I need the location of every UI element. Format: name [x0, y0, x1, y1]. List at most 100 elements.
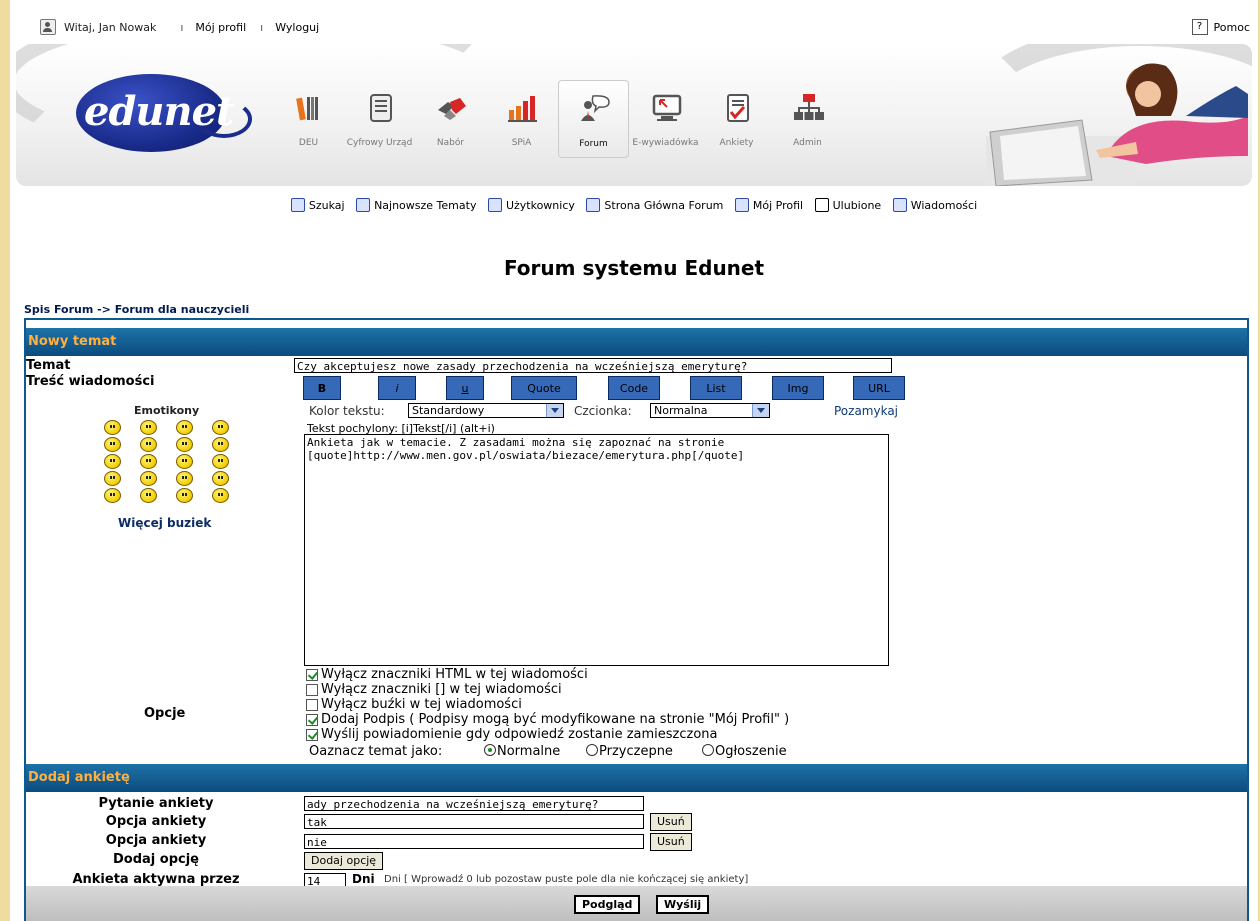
wink-emoticon-icon[interactable]: [104, 488, 121, 503]
subject-label: Temat: [26, 358, 71, 373]
razz-emoticon-icon[interactable]: [176, 454, 193, 469]
send-button[interactable]: Wyślij: [656, 895, 710, 914]
user-area: Witaj, Jan Nowak ı Mój profil ı Wyloguj: [40, 19, 319, 35]
img-button[interactable]: Img: [772, 376, 824, 400]
bar-chart-icon: [508, 96, 537, 122]
edunet-logo[interactable]: edunet: [76, 74, 252, 152]
text-color-select[interactable]: Standardowy: [408, 403, 564, 418]
nav-label: DEU: [298, 138, 319, 148]
nav-item-deu[interactable]: DEU: [274, 80, 343, 158]
poll-duration-label: Ankieta aktywna przez: [72, 872, 240, 887]
font-label: Czcionka:: [574, 404, 632, 418]
preview-button[interactable]: Podgląd: [574, 895, 641, 914]
remove-option-button[interactable]: Usuń: [650, 813, 692, 831]
subnav-my-profile[interactable]: Mój Profil: [734, 198, 804, 212]
subnav-label: Mój Profil: [752, 198, 804, 212]
url-button[interactable]: URL: [853, 376, 905, 400]
topic-type-sticky-radio[interactable]: [586, 744, 598, 756]
bold-button[interactable]: B: [303, 376, 341, 400]
disable-html-checkbox[interactable]: [306, 669, 318, 681]
greeting-text: Witaj, Jan Nowak: [64, 20, 157, 34]
subnav-label: Użytkownicy: [505, 198, 575, 212]
topic-type-announcement-radio[interactable]: [702, 744, 714, 756]
post-form: Nowy temat Temat Czy akceptujesz nowe za…: [24, 318, 1249, 921]
help-link[interactable]: ? Pomoc: [1191, 19, 1250, 35]
disable-smilies-checkbox[interactable]: [306, 699, 318, 711]
sad-emoticon-icon[interactable]: [212, 420, 229, 435]
crying-emoticon-icon[interactable]: [104, 471, 121, 486]
poll-option-input[interactable]: nie: [304, 834, 644, 849]
nav-label: Ankiety: [719, 138, 754, 148]
code-button[interactable]: Code: [608, 376, 660, 400]
main-nav: DEU Cyfrowy Urząd Nabór SPiA Forum E-wyw…: [274, 80, 844, 158]
option-label: Dodaj Podpis ( Podpisy mogą być modyfiko…: [321, 712, 790, 727]
rolling-eyes-emoticon-icon[interactable]: [212, 471, 229, 486]
disable-bbcode-checkbox[interactable]: [306, 684, 318, 696]
nav-item-forum[interactable]: Forum: [558, 80, 629, 158]
logout-link[interactable]: Wyloguj: [275, 21, 319, 34]
nav-item-e-wywiadowka[interactable]: E-wywiadówka: [631, 80, 700, 158]
twisted-emoticon-icon[interactable]: [176, 471, 193, 486]
subnav-forum-home[interactable]: Strona Główna Forum: [586, 198, 723, 212]
radio-label: Przyczepne: [599, 744, 673, 759]
document-icon: [370, 94, 392, 122]
shocked-emoticon-icon[interactable]: [140, 437, 157, 452]
cool-emoticon-icon[interactable]: [212, 437, 229, 452]
subnav-label: Wiadomości: [910, 198, 978, 212]
subnav-messages[interactable]: Wiadomości: [892, 198, 978, 212]
emoticons-grid: [104, 420, 231, 503]
embarrassed-emoticon-icon[interactable]: [212, 454, 229, 469]
profile-icon: [734, 198, 749, 212]
nav-label: Nabór: [436, 138, 465, 148]
form-actions-bar: Podgląd Wyślij: [26, 886, 1247, 921]
subnav-newest-topics[interactable]: Najnowsze Tematy: [356, 198, 476, 212]
poll-question-input[interactable]: ady przechodzenia na wcześniejszą emeryt…: [304, 796, 644, 811]
confused-emoticon-icon[interactable]: [176, 437, 193, 452]
nav-item-ankiety[interactable]: Ankiety: [702, 80, 771, 158]
nav-item-admin[interactable]: Admin: [773, 80, 842, 158]
help-label: Pomoc: [1213, 20, 1250, 34]
nav-item-nabor[interactable]: Nabór: [416, 80, 485, 158]
evil-emoticon-icon[interactable]: [140, 471, 157, 486]
italic-button[interactable]: i: [378, 376, 416, 400]
subnav-label: Ulubione: [832, 198, 882, 212]
chevron-down-icon: [546, 404, 563, 417]
subject-input[interactable]: Czy akceptujesz nowe zasady przechodzeni…: [294, 358, 892, 373]
nav-item-cyfrowy-urzad[interactable]: Cyfrowy Urząd: [345, 80, 414, 158]
notify-reply-checkbox[interactable]: [306, 729, 318, 741]
poll-option-input[interactable]: tak: [304, 814, 644, 829]
remove-option-button[interactable]: Usuń: [650, 833, 692, 851]
my-profile-link[interactable]: Mój profil: [195, 21, 246, 34]
mad-emoticon-icon[interactable]: [140, 454, 157, 469]
font-select[interactable]: Normalna: [650, 403, 770, 418]
topic-type-normal-radio[interactable]: [484, 744, 496, 756]
subnav-search[interactable]: Szukaj: [290, 198, 345, 212]
nav-item-spia[interactable]: SPiA: [487, 80, 556, 158]
surprised-emoticon-icon[interactable]: [104, 437, 121, 452]
attach-signature-checkbox[interactable]: [306, 714, 318, 726]
network-icon: [794, 94, 824, 120]
list-button[interactable]: List: [690, 376, 742, 400]
idea-emoticon-icon[interactable]: [212, 488, 229, 503]
option-label: Wyłącz znaczniki HTML w tej wiadomości: [321, 667, 588, 682]
message-textarea[interactable]: Ankieta jak w temacie. Z zasadami można …: [304, 434, 889, 666]
newest-icon: [356, 198, 371, 212]
question-emoticon-icon[interactable]: [176, 488, 193, 503]
close-tags-link[interactable]: Pozamykaj: [834, 404, 898, 418]
poll-option-label: Opcja ankiety: [105, 814, 207, 829]
monitor-icon: [652, 94, 682, 121]
smile-emoticon-icon[interactable]: [104, 420, 121, 435]
add-option-button[interactable]: Dodaj opcję: [304, 852, 384, 870]
grin-emoticon-icon[interactable]: [140, 420, 157, 435]
chevron-down-icon: [752, 404, 769, 417]
laughing-emoticon-icon[interactable]: [104, 454, 121, 469]
subnav-favorites[interactable]: Ulubione: [814, 198, 882, 212]
quote-button[interactable]: Quote: [511, 376, 577, 400]
breadcrumb[interactable]: Spis Forum -> Forum dla nauczycieli: [24, 303, 249, 316]
radio-label: Ogłoszenie: [715, 744, 787, 759]
happy-emoticon-icon[interactable]: [176, 420, 193, 435]
underline-button[interactable]: u: [446, 376, 484, 400]
subnav-users[interactable]: Użytkownicy: [487, 198, 575, 212]
exclaim-emoticon-icon[interactable]: [140, 488, 157, 503]
more-emoticons-link[interactable]: Więcej buziek: [118, 516, 211, 530]
